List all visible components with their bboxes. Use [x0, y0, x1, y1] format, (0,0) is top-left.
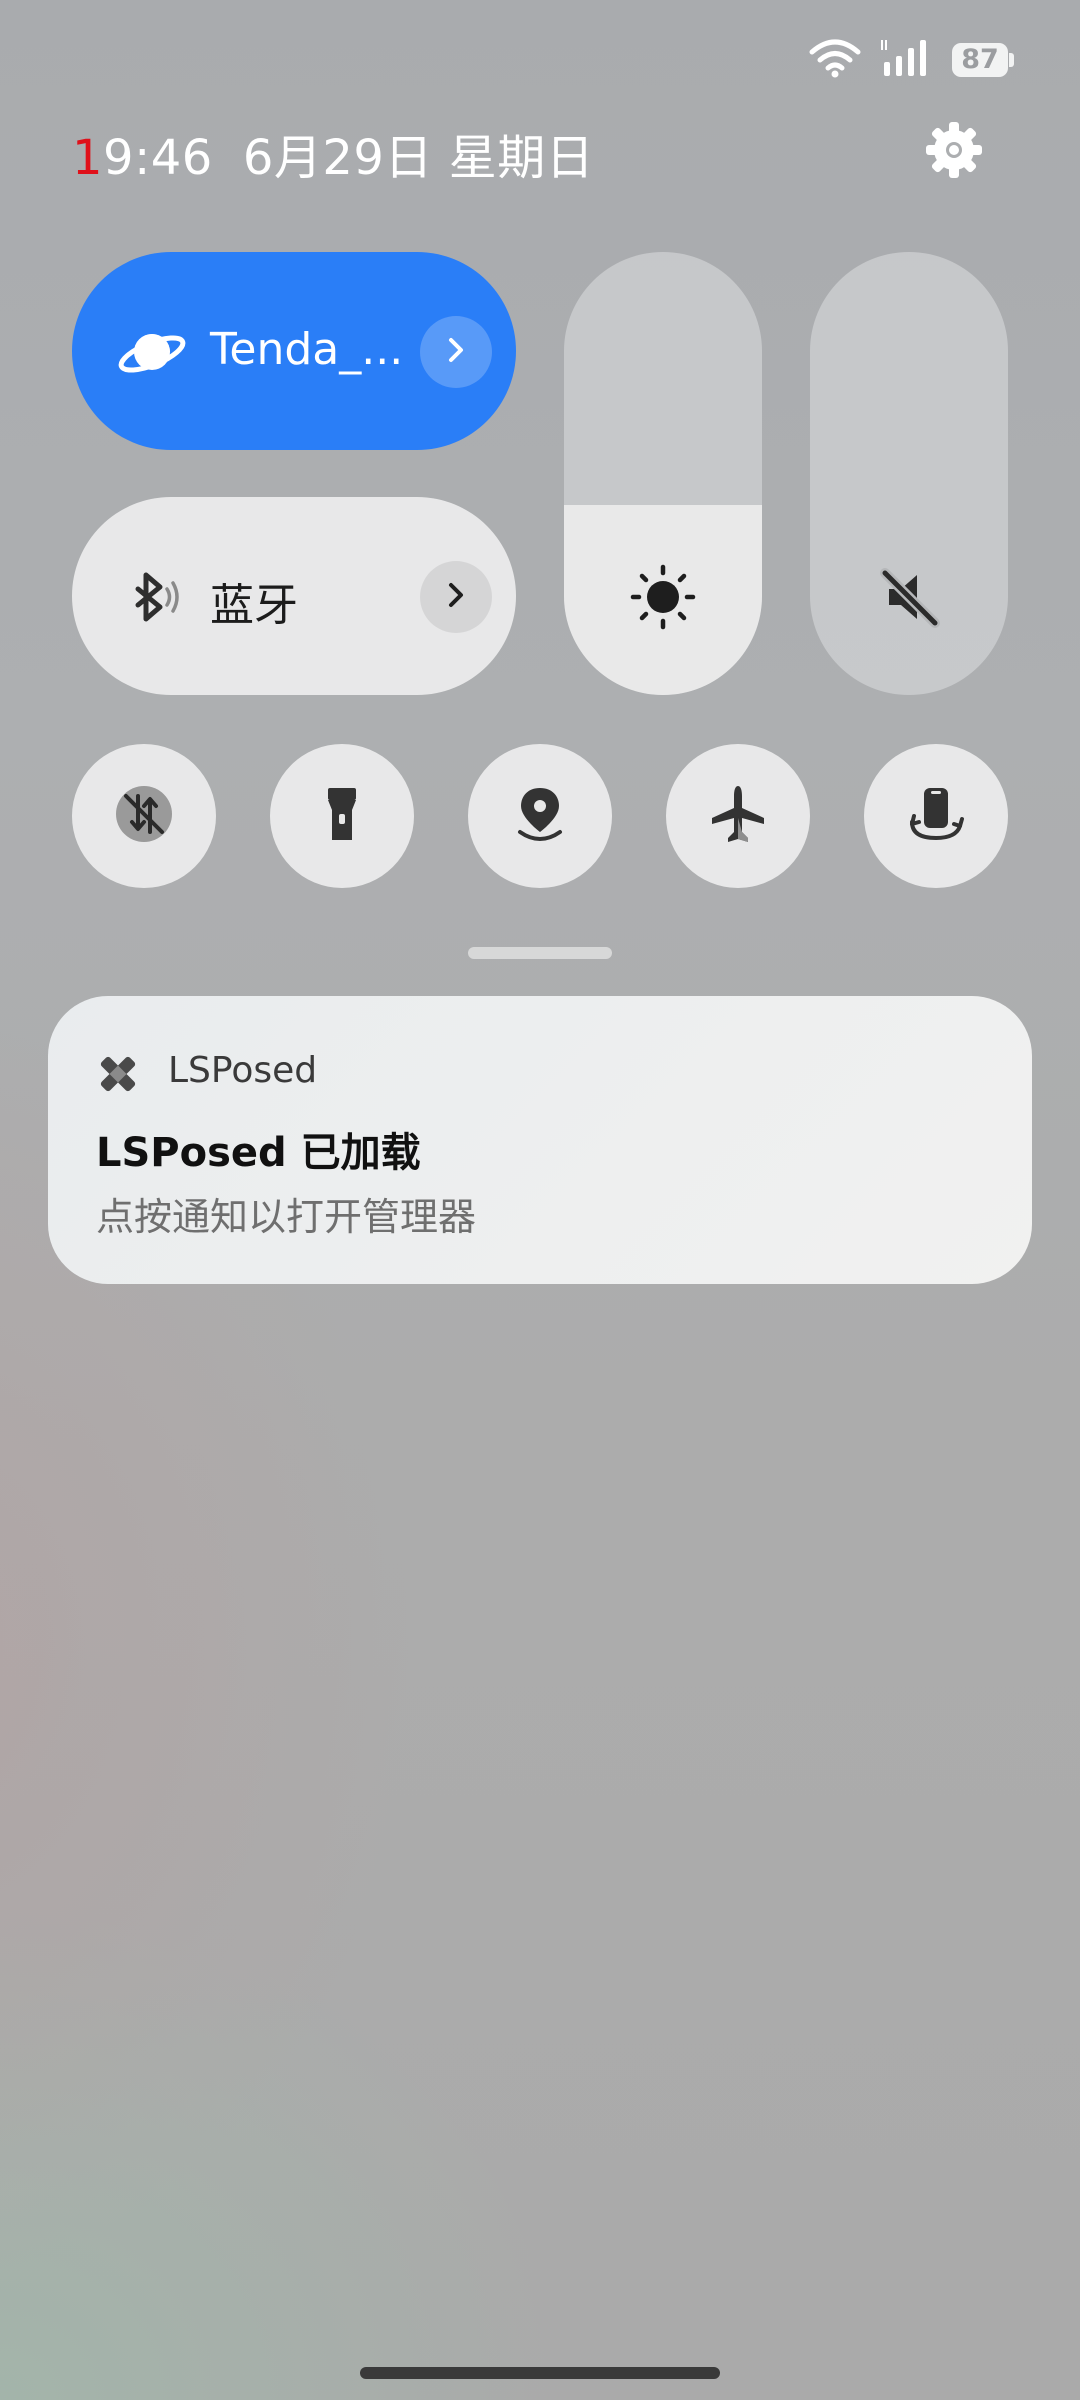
volume-slider[interactable]	[810, 252, 1008, 695]
status-bar: 87	[808, 38, 1014, 82]
home-indicator[interactable]	[360, 2367, 720, 2379]
bluetooth-details-button[interactable]	[420, 561, 492, 633]
date-label: 6月29日 星期日	[242, 130, 595, 186]
brightness-slider[interactable]	[564, 252, 762, 695]
notification-app-name: LSPosed	[168, 1050, 318, 1091]
airplane-mode-toggle[interactable]	[666, 744, 810, 888]
bluetooth-tile[interactable]: 蓝牙	[72, 497, 516, 695]
chevron-right-icon	[441, 580, 471, 614]
battery-level: 87	[961, 44, 999, 75]
wifi-details-button[interactable]	[420, 316, 492, 388]
airplane-icon	[706, 782, 770, 850]
wifi-icon	[808, 38, 862, 82]
lsposed-notification[interactable]: LSPosed LSPosed 已加载 点按通知以打开管理器	[48, 996, 1032, 1284]
bluetooth-label: 蓝牙	[210, 580, 298, 631]
chevron-right-icon	[441, 335, 471, 369]
notification-body: 点按通知以打开管理器	[96, 1195, 477, 1239]
mobile-data-toggle[interactable]	[72, 744, 216, 888]
bluetooth-icon	[112, 557, 192, 637]
battery-icon: 87	[952, 43, 1014, 77]
location-toggle[interactable]	[468, 744, 612, 888]
lsposed-app-icon	[96, 1052, 140, 1096]
wifi-network-label: Tenda_...	[210, 324, 404, 375]
panel-drag-handle[interactable]	[468, 947, 612, 959]
volume-mute-icon	[859, 547, 959, 647]
mobile-data-off-icon	[112, 782, 176, 850]
sun-icon	[613, 547, 713, 647]
location-icon	[508, 782, 572, 850]
gear-icon[interactable]	[922, 118, 986, 182]
header-clock-date: 19:46 6月29日 星期日	[72, 118, 594, 188]
flashlight-toggle[interactable]	[270, 744, 414, 888]
auto-rotate-toggle[interactable]	[864, 744, 1008, 888]
clock-time: 9:46	[103, 130, 213, 186]
wifi-tile[interactable]: Tenda_...	[72, 252, 516, 450]
planet-icon	[112, 312, 192, 392]
clock-first-digit: 1	[72, 130, 104, 186]
rotate-icon	[904, 782, 968, 850]
signal-icon	[880, 38, 934, 82]
notification-title: LSPosed 已加载	[96, 1130, 421, 1176]
flashlight-icon	[310, 782, 374, 850]
